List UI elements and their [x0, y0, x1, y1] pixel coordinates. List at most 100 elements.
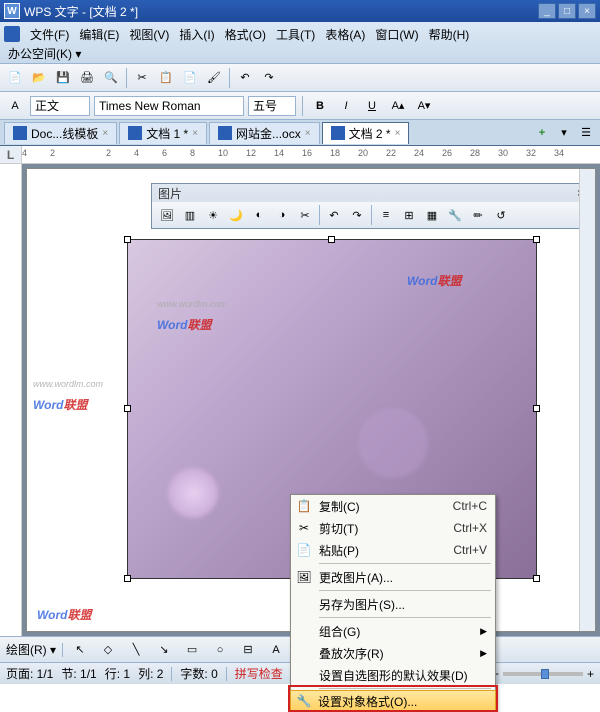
reset-icon[interactable]: ↺	[490, 204, 512, 226]
menu-help[interactable]: 帮助(H)	[425, 24, 474, 45]
zoom-slider[interactable]	[503, 672, 583, 676]
italic-icon[interactable]: I	[335, 95, 357, 117]
menu-tools[interactable]: 工具(T)	[272, 24, 319, 45]
close-button[interactable]: ×	[578, 3, 596, 19]
context-menu: 📋复制(C)Ctrl+C ✂剪切(T)Ctrl+X 📄粘贴(P)Ctrl+V 🖼…	[290, 494, 496, 712]
underline-icon[interactable]: U	[361, 95, 383, 117]
zoom-thumb[interactable]	[541, 669, 549, 679]
rotate-left-icon[interactable]: ↶	[323, 204, 345, 226]
resize-handle-br[interactable]	[533, 575, 540, 582]
select-icon[interactable]: ↖	[69, 639, 91, 661]
print-icon[interactable]: 🖨	[76, 67, 98, 89]
textbox-icon[interactable]: ⊟	[237, 639, 259, 661]
menu-file[interactable]: 文件(F)	[26, 24, 73, 45]
brightness-up-icon[interactable]: ☀	[202, 204, 224, 226]
menu-view[interactable]: 视图(V)	[125, 24, 173, 45]
tab-doc1[interactable]: 文档 1 *×	[119, 122, 207, 144]
resize-handle-bl[interactable]	[124, 575, 131, 582]
tab-menu-button[interactable]: ▾	[554, 123, 574, 143]
ctx-format-object[interactable]: 🔧设置对象格式(O)...	[290, 690, 496, 712]
resize-handle-tr[interactable]	[533, 236, 540, 243]
format-icon[interactable]: 🔧	[444, 204, 466, 226]
wordart-icon[interactable]: A	[265, 639, 287, 661]
status-spell[interactable]: 拼写检查	[235, 665, 283, 682]
resize-handle-tl[interactable]	[124, 236, 131, 243]
ctx-save-as-picture[interactable]: 另存为图片(S)...	[291, 593, 495, 615]
compress-icon[interactable]: ⊞	[398, 204, 420, 226]
maximize-button[interactable]: □	[558, 3, 576, 19]
menu-insert[interactable]: 插入(I)	[175, 24, 218, 45]
copy-icon[interactable]: 📋	[155, 67, 177, 89]
insert-picture-icon[interactable]: 🖼	[156, 204, 178, 226]
redo-icon[interactable]: ↷	[258, 67, 280, 89]
tab-close-icon[interactable]: ×	[102, 128, 108, 139]
contrast-up-icon[interactable]: ◐	[248, 204, 270, 226]
brightness-down-icon[interactable]: 🌙	[225, 204, 247, 226]
doc-icon	[331, 126, 345, 140]
ctx-paste[interactable]: 📄粘贴(P)Ctrl+V	[291, 539, 495, 561]
document-tabs: Doc...线模板× 文档 1 *× 网站金...ocx× 文档 2 *× + …	[0, 120, 600, 146]
font-grow-icon[interactable]: A▴	[387, 95, 409, 117]
paste-icon[interactable]: 📄	[179, 67, 201, 89]
ctx-group[interactable]: 组合(G)▶	[291, 620, 495, 642]
cut-icon[interactable]: ✂	[131, 67, 153, 89]
ctx-change-picture[interactable]: 🖼更改图片(A)...	[291, 566, 495, 588]
menu-edit[interactable]: 编辑(E)	[75, 24, 123, 45]
ctx-order[interactable]: 叠放次序(R)▶	[291, 642, 495, 664]
wps-logo-icon[interactable]	[4, 26, 20, 42]
tab-website[interactable]: 网站金...ocx×	[209, 122, 320, 144]
tab-close-icon[interactable]: ×	[305, 128, 311, 139]
ctx-set-default[interactable]: 设置自选图形的默认效果(D)	[291, 664, 495, 686]
font-shrink-icon[interactable]: A▾	[413, 95, 435, 117]
format-painter-icon[interactable]: 🖌	[203, 67, 225, 89]
rotate-right-icon[interactable]: ↷	[346, 204, 368, 226]
separator	[62, 643, 63, 657]
separator	[126, 68, 127, 88]
style-picker-icon[interactable]: A	[4, 95, 26, 117]
menu-bar: 文件(F) 编辑(E) 视图(V) 插入(I) 格式(O) 工具(T) 表格(A…	[0, 22, 600, 64]
undo-icon[interactable]: ↶	[234, 67, 256, 89]
contrast-down-icon[interactable]: ◑	[271, 204, 293, 226]
resize-handle-tc[interactable]	[328, 236, 335, 243]
ctx-copy[interactable]: 📋复制(C)Ctrl+C	[291, 495, 495, 517]
rectangle-icon[interactable]: ▭	[181, 639, 203, 661]
tab-list-button[interactable]: ☰	[576, 123, 596, 143]
color-icon[interactable]: ▥	[179, 204, 201, 226]
horizontal-ruler[interactable]: L 42246810121416182022242628303234	[0, 146, 600, 164]
font-input[interactable]	[94, 96, 244, 116]
tab-docs-template[interactable]: Doc...线模板×	[4, 122, 117, 144]
tab-close-icon[interactable]: ×	[395, 128, 401, 139]
draw-menu[interactable]: 绘图(R) ▾	[6, 641, 56, 658]
status-page: 页面: 1/1	[6, 665, 53, 682]
resize-handle-mr[interactable]	[533, 405, 540, 412]
menu-workspace[interactable]: 办公空间(K) ▾	[8, 45, 81, 62]
bold-icon[interactable]: B	[309, 95, 331, 117]
crop-icon[interactable]: ✂	[294, 204, 316, 226]
minimize-button[interactable]: _	[538, 3, 556, 19]
open-icon[interactable]: 📂	[28, 67, 50, 89]
transparent-icon[interactable]: ✏	[467, 204, 489, 226]
vertical-scrollbar[interactable]	[579, 169, 595, 631]
autoshapes-icon[interactable]: ◇	[97, 639, 119, 661]
tab-close-icon[interactable]: ×	[192, 128, 198, 139]
vertical-ruler[interactable]	[0, 164, 22, 636]
text-wrap-icon[interactable]: ▦	[421, 204, 443, 226]
tab-doc2[interactable]: 文档 2 *×	[322, 122, 410, 144]
resize-handle-ml[interactable]	[124, 405, 131, 412]
oval-icon[interactable]: ○	[209, 639, 231, 661]
preview-icon[interactable]: 🔍	[100, 67, 122, 89]
line-icon[interactable]: ╲	[125, 639, 147, 661]
style-input[interactable]	[30, 96, 90, 116]
save-icon[interactable]: 💾	[52, 67, 74, 89]
menu-table[interactable]: 表格(A)	[321, 24, 369, 45]
new-icon[interactable]: 📄	[4, 67, 26, 89]
picture-toolbar[interactable]: 图片× 🖼 ▥ ☀ 🌙 ◐ ◑ ✂ ↶ ↷ ≡ ⊞ ▦ 🔧 ✏ ↺	[151, 183, 591, 229]
menu-window[interactable]: 窗口(W)	[371, 24, 422, 45]
menu-format[interactable]: 格式(O)	[221, 24, 270, 45]
arrow-icon[interactable]: ↘	[153, 639, 175, 661]
ctx-cut[interactable]: ✂剪切(T)Ctrl+X	[291, 517, 495, 539]
size-input[interactable]	[248, 96, 296, 116]
new-tab-button[interactable]: +	[532, 123, 552, 143]
line-style-icon[interactable]: ≡	[375, 204, 397, 226]
zoom-in-button[interactable]: +	[587, 667, 594, 681]
